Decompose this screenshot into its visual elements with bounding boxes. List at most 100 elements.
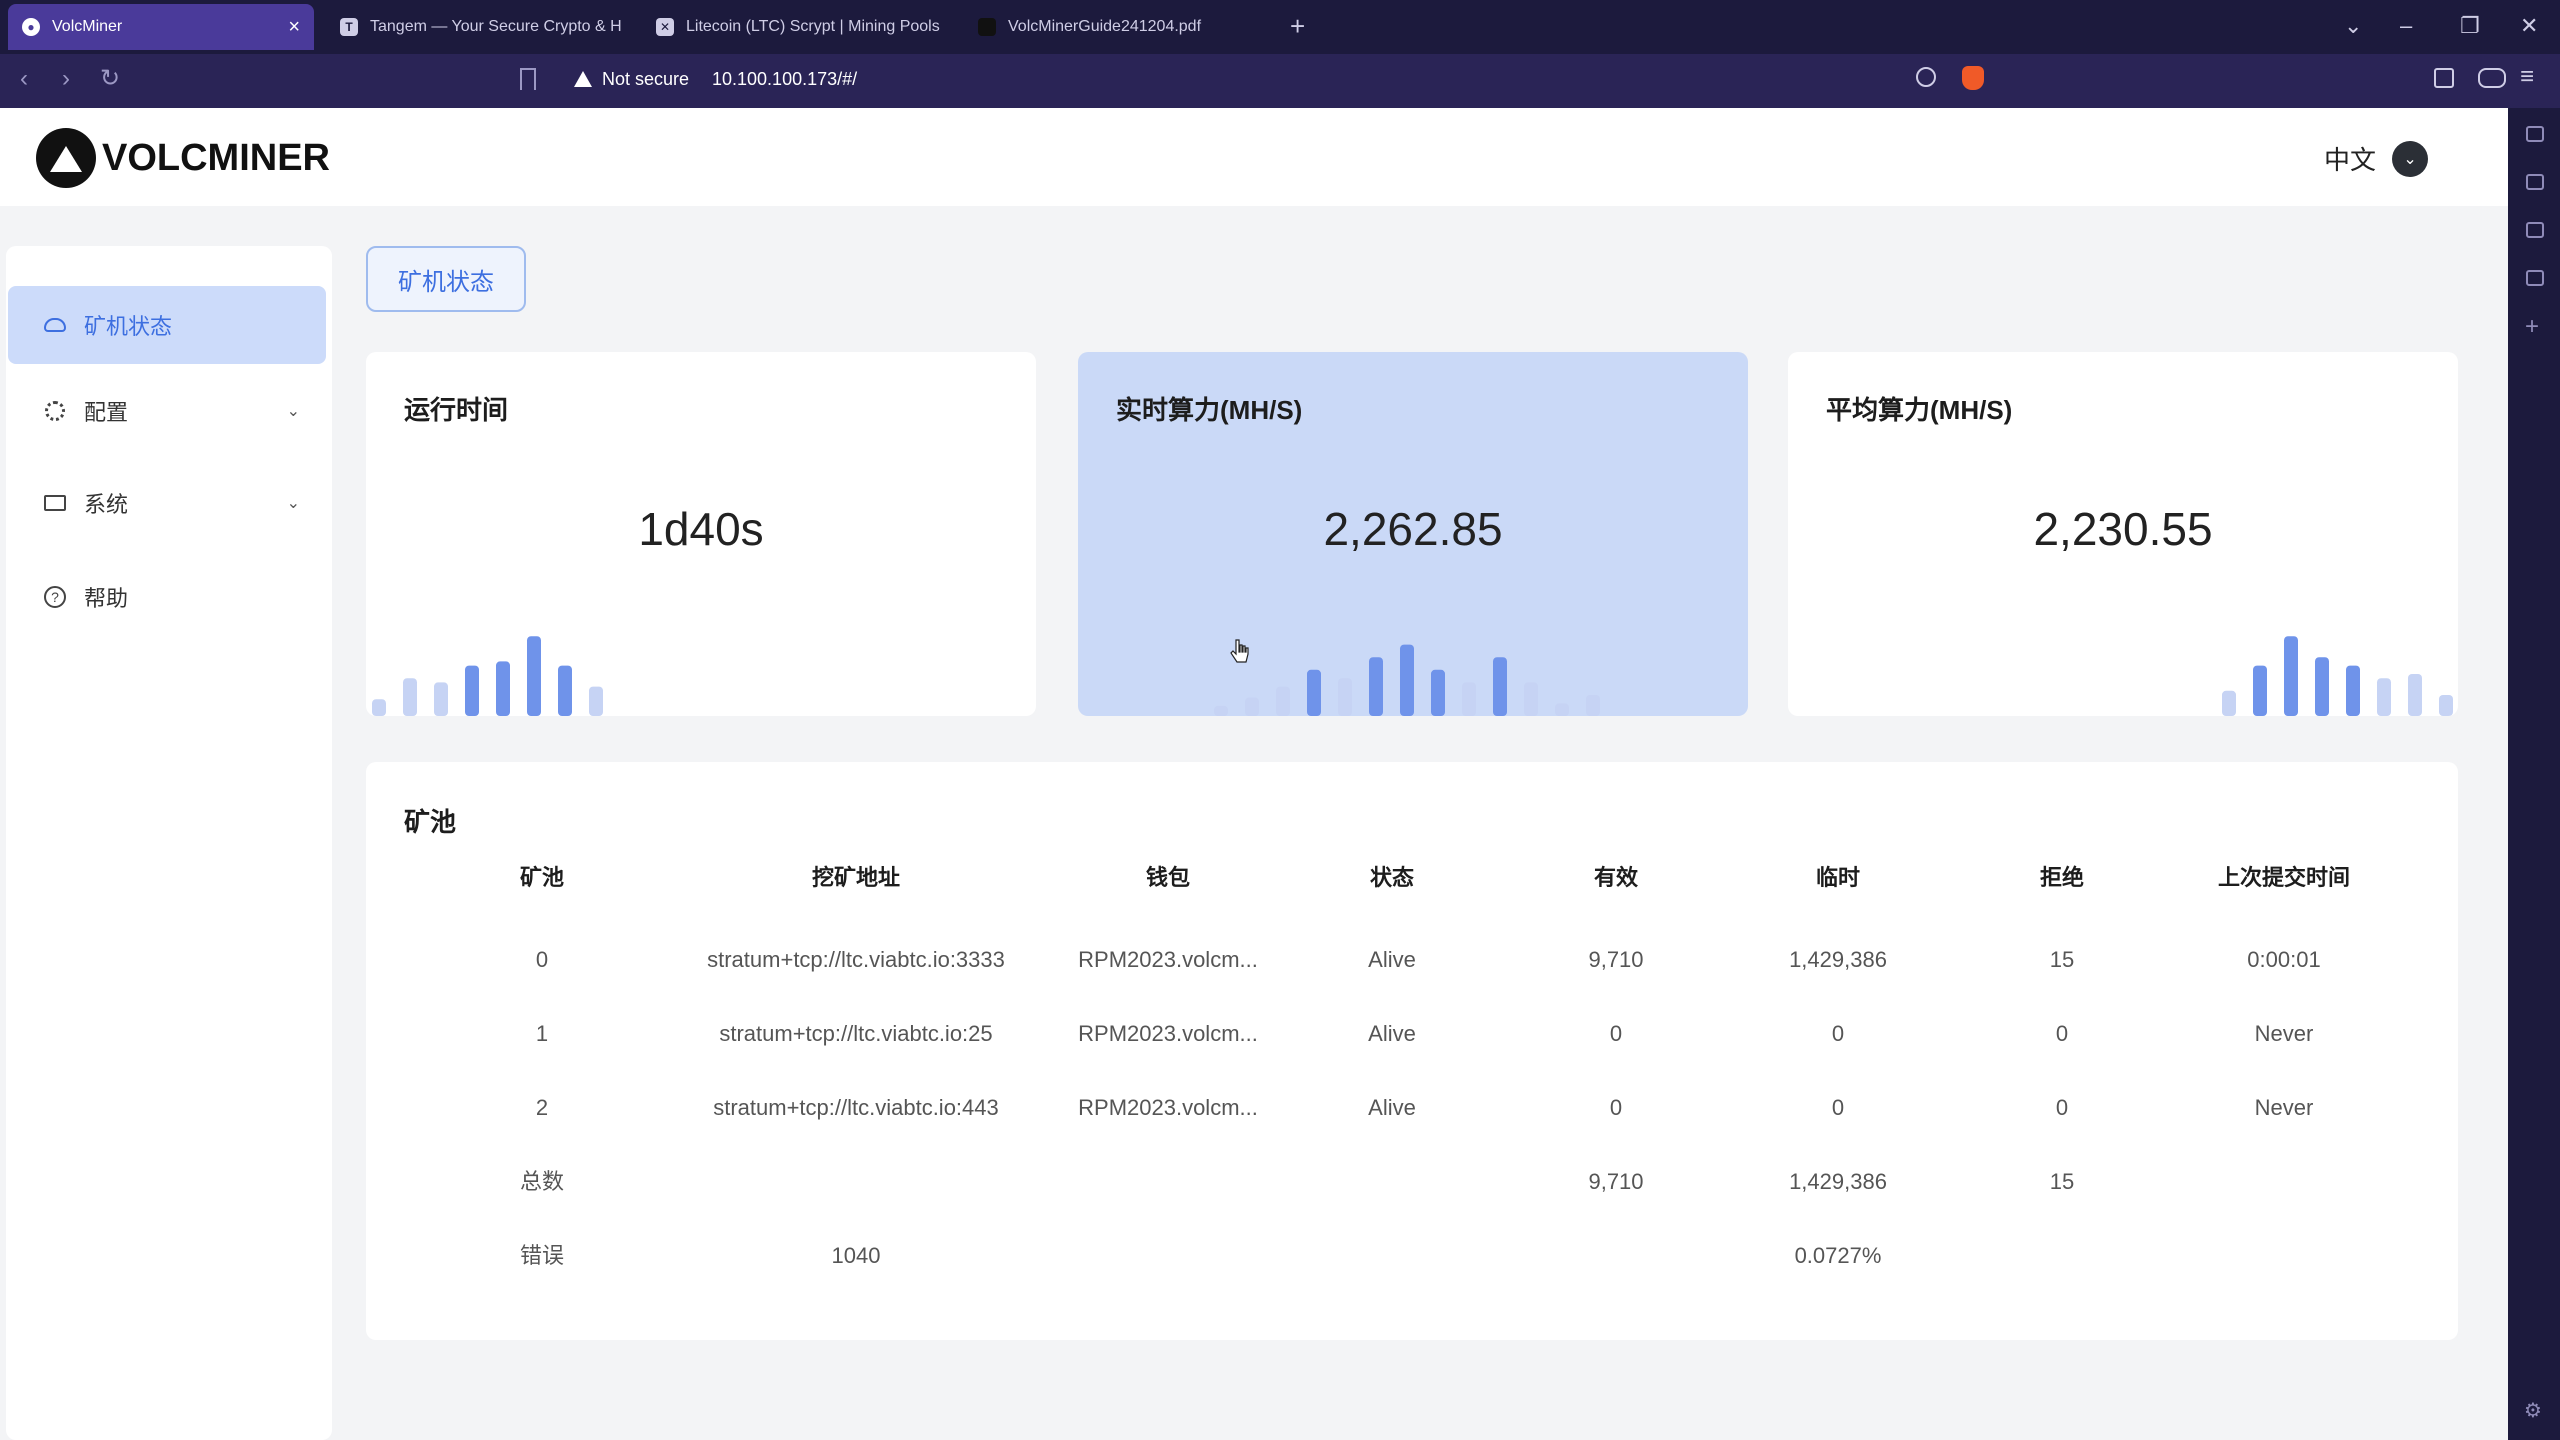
table-cell: 0 <box>1831 1095 1845 1120</box>
forward-arrow-icon[interactable]: › <box>62 64 70 94</box>
monitor-icon <box>44 492 66 514</box>
tab-title: Litecoin (LTC) Scrypt | Mining Pools <box>686 18 940 35</box>
wallet-icon[interactable] <box>2478 68 2506 88</box>
spark-bar <box>1214 705 1228 716</box>
spark-bar <box>2253 665 2267 716</box>
sidebar-item-help[interactable]: ? 帮助 <box>8 558 326 636</box>
spark-bar <box>403 678 417 716</box>
main-content: 矿机状态 运行时间 1d40s 实时算力(MH/S) 2,262.85 平均算力… <box>366 246 2458 1440</box>
browser-tab-bar: ● VolcMiner × T Tangem — Your Secure Cry… <box>0 0 2560 54</box>
back-arrow-icon[interactable]: ‹ <box>20 64 28 94</box>
spark-bar <box>1400 644 1414 716</box>
spark-bar <box>1369 657 1383 716</box>
spark-bar <box>558 665 572 716</box>
minimize-button[interactable]: – <box>2400 12 2412 40</box>
close-tab-icon[interactable]: × <box>288 16 300 39</box>
language-selector[interactable]: 中文 ⌄ <box>2324 140 2429 177</box>
spark-bar <box>1245 697 1259 716</box>
sidebar-item-label: 配置 <box>84 400 129 425</box>
security-indicator[interactable]: Not secure <box>574 66 689 92</box>
average-hashrate-sparkline <box>2222 636 2453 716</box>
browser-tab-tangem[interactable]: T Tangem — Your Secure Crypto & H <box>326 4 626 50</box>
table-cell: Alive <box>1368 947 1416 972</box>
spark-bar <box>2439 695 2453 716</box>
warning-icon <box>574 71 592 87</box>
panel-icon-1[interactable] <box>2526 126 2544 142</box>
spark-bar <box>434 682 448 716</box>
column-header: 上次提交时间 <box>2217 865 2351 890</box>
spark-bar <box>1462 682 1476 716</box>
spark-bar <box>1276 686 1290 716</box>
tangem-favicon-icon: T <box>340 18 358 36</box>
table-cell: 15 <box>2049 1169 2075 1194</box>
column-header: 拒绝 <box>2039 865 2085 890</box>
table-cell: 0 <box>535 947 549 972</box>
bookmark-icon[interactable] <box>520 68 536 90</box>
gear-icon <box>44 400 66 422</box>
panel-add-icon[interactable]: + <box>2525 312 2539 342</box>
table-cell: 15 <box>2049 947 2075 972</box>
app-root: VOLCMINER 中文 ⌄ 矿机状态 配置 ⌄ 系统 ⌄ ? 帮助 矿机状态 <box>0 108 2508 1440</box>
security-label: Not secure <box>602 69 690 89</box>
url-field[interactable]: 10.100.100.173/#/ <box>712 66 857 92</box>
browser-tab-litecoin[interactable]: ✕ Litecoin (LTC) Scrypt | Mining Pools <box>642 4 952 50</box>
brave-shield-icon[interactable] <box>1962 66 1984 90</box>
sidebar-toggle-icon[interactable] <box>2434 68 2454 88</box>
column-header: 矿池 <box>519 865 565 890</box>
spark-bar <box>372 699 386 716</box>
table-cell: 0:00:01 <box>2247 947 2321 972</box>
panel-settings-icon[interactable]: ⚙ <box>2524 1396 2542 1426</box>
table-cell: 0 <box>1831 1021 1845 1046</box>
restore-button[interactable]: ❐ <box>2460 12 2480 40</box>
table-cell: 1,429,386 <box>1789 947 1887 972</box>
tab-title: VolcMinerGuide241204.pdf <box>1008 18 1202 35</box>
browser-tab-volcminer[interactable]: ● VolcMiner × <box>8 4 314 50</box>
spark-bar <box>465 665 479 716</box>
pool-section-title: 矿池 <box>404 807 457 837</box>
column-header: 有效 <box>1593 865 1639 890</box>
sidebar-item-config[interactable]: 配置 ⌄ <box>8 372 326 450</box>
spark-bar <box>2222 690 2236 716</box>
average-hashrate-value: 2,230.55 <box>2033 503 2213 555</box>
card-title: 实时算力(MH/S) <box>1116 395 1303 425</box>
table-cell: Never <box>2254 1021 2314 1046</box>
column-header: 钱包 <box>1145 865 1191 890</box>
card-title: 运行时间 <box>404 395 509 425</box>
tab-miner-status[interactable]: 矿机状态 <box>366 246 526 312</box>
table-cell: 0 <box>1609 1021 1623 1046</box>
realtime-hashrate-sparkline <box>1214 644 1600 716</box>
logo[interactable]: VOLCMINER <box>36 128 330 188</box>
spark-bar <box>1524 682 1538 716</box>
chevron-down-icon: ⌄ <box>286 403 300 420</box>
table-cell: Alive <box>1368 1095 1416 1120</box>
table-cell: 9,710 <box>1588 947 1644 972</box>
spark-bar <box>2377 678 2391 716</box>
table-cell: Alive <box>1368 1021 1416 1046</box>
sidebar-item-system[interactable]: 系统 ⌄ <box>8 464 326 542</box>
close-window-button[interactable]: ✕ <box>2520 12 2538 40</box>
panel-icon-4[interactable] <box>2526 270 2544 286</box>
language-label: 中文 <box>2324 145 2377 175</box>
spark-bar <box>1307 669 1321 716</box>
table-cell: 0 <box>1609 1095 1623 1120</box>
spark-bar <box>2315 657 2329 716</box>
menu-icon[interactable]: ≡ <box>2520 62 2534 92</box>
browser-address-bar <box>0 54 2560 108</box>
column-header: 临时 <box>1815 865 1861 890</box>
panel-icon-3[interactable] <box>2526 222 2544 238</box>
panel-icon-2[interactable] <box>2526 174 2544 190</box>
chevron-down-icon: ⌄ <box>2392 140 2429 177</box>
tab-title: Tangem — Your Secure Crypto & H <box>370 18 622 35</box>
table-row: 1 stratum+tcp://ltc.viabtc.io:25 RPM2023.v… <box>366 1014 2458 1054</box>
uptime-card: 运行时间 1d40s <box>366 352 1036 716</box>
zoom-icon[interactable] <box>1916 67 1936 87</box>
spark-bar <box>527 636 541 716</box>
browser-tab-pdf[interactable]: VolcMinerGuide241204.pdf <box>964 4 1254 50</box>
sidebar-item-miner-status[interactable]: 矿机状态 <box>8 286 326 364</box>
new-tab-button[interactable]: + <box>1290 12 1305 40</box>
table-cell: stratum+tcp://ltc.viabtc.io:3333 <box>707 947 1005 972</box>
reload-icon[interactable]: ↻ <box>100 64 120 94</box>
tab-list-chevron-icon[interactable]: ⌄ <box>2344 12 2362 40</box>
spark-bar <box>1493 657 1507 716</box>
table-header-row: 矿池 挖矿地址 钱包 状态 有效 临时 拒绝 上次提交时间 <box>366 858 2458 898</box>
